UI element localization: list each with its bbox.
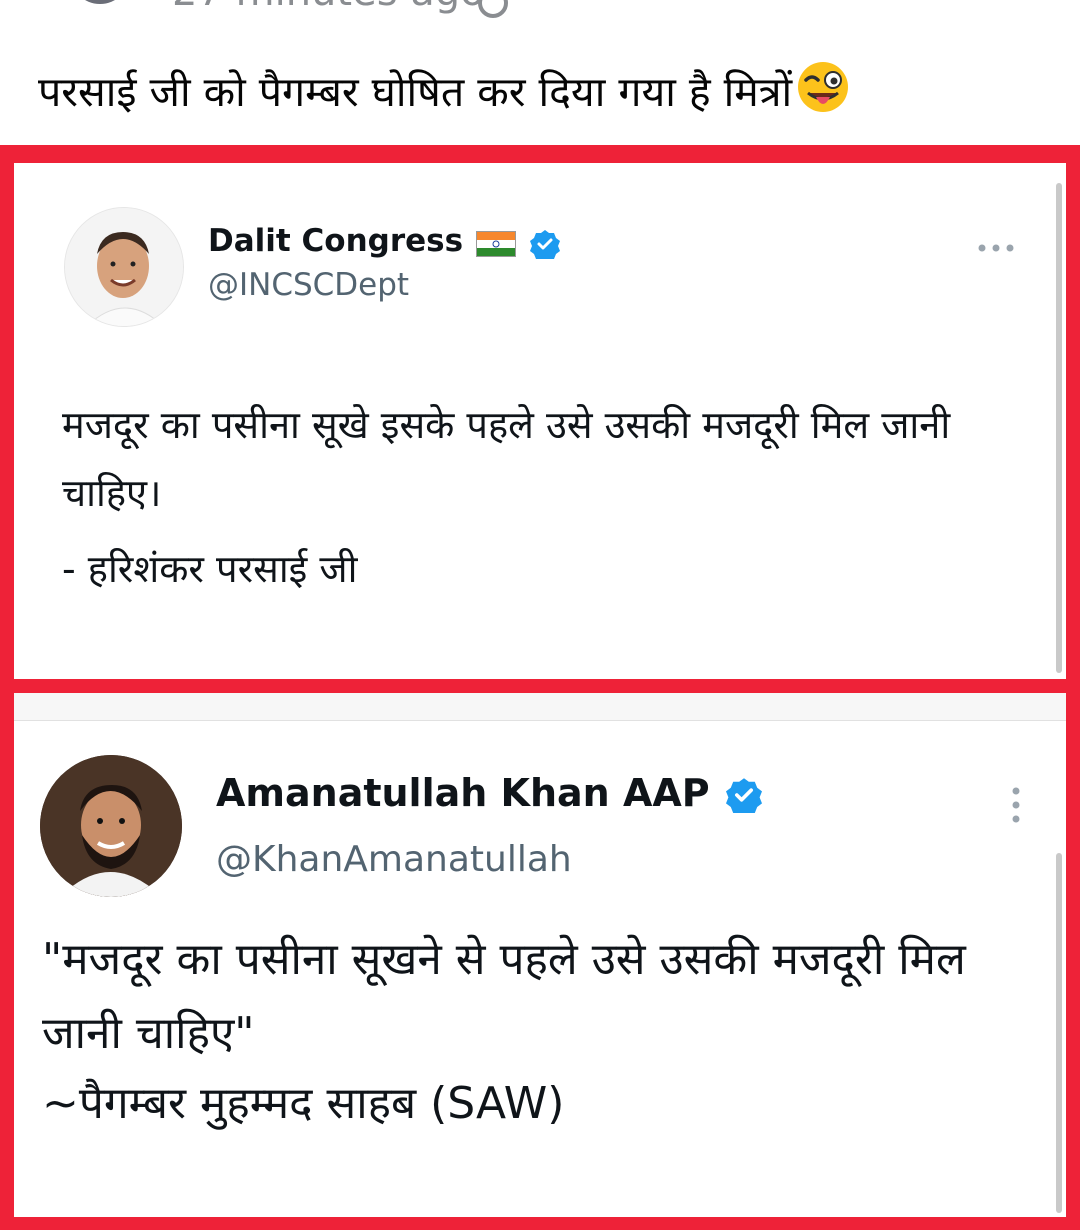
india-flag-icon xyxy=(476,231,516,257)
verified-icon xyxy=(726,777,762,817)
author-name[interactable]: Amanatullah Khan AAP xyxy=(216,771,710,815)
tweet-text: मजदूर का पसीना सूखे इसके पहले उसे उसकी म… xyxy=(62,403,951,515)
more-options-icon[interactable] xyxy=(1010,785,1022,825)
scrollbar xyxy=(1056,853,1062,1213)
more-options-icon[interactable] xyxy=(976,239,1016,252)
author-name[interactable]: Dalit Congress xyxy=(208,223,463,259)
tweet-card: Dalit Congress @INCSCDept मजदूर का पसीना… xyxy=(14,163,1066,679)
author-handle[interactable]: @INCSCDept xyxy=(208,267,409,303)
verified-icon xyxy=(530,229,560,262)
post-meta: 27 minutes ago xyxy=(0,0,1080,18)
post-timestamp[interactable]: 27 minutes ago xyxy=(172,0,485,14)
author-handle[interactable]: @KhanAmanatullah xyxy=(216,839,572,880)
tweet-attribution: - हरिशंकर परसाई जी xyxy=(62,547,358,591)
poster-avatar[interactable] xyxy=(70,0,130,4)
facebook-post: 27 minutes ago परसाई जी को पैगम्बर घोषित… xyxy=(0,0,1080,1230)
post-caption: परसाई जी को पैगम्बर घोषित कर दिया गया है… xyxy=(38,60,850,132)
globe-icon xyxy=(478,0,508,18)
tweet-card: Amanatullah Khan AAP @KhanAmanatullah "म… xyxy=(14,693,1066,1217)
tweet-text: "मजदूर का पसीना सूखने से पहले उसे उसकी म… xyxy=(42,934,966,1059)
card-divider xyxy=(14,693,1066,721)
shared-image[interactable]: Dalit Congress @INCSCDept मजदूर का पसीना… xyxy=(0,145,1080,1230)
avatar xyxy=(64,207,184,327)
scrollbar xyxy=(1056,183,1062,673)
winking-face-with-tongue-emoji xyxy=(796,60,850,132)
caption-text: परसाई जी को पैगम्बर घोषित कर दिया गया है… xyxy=(38,68,793,116)
tweet-attribution: ~पैगम्बर मुहम्मद साहब (SAW) xyxy=(42,1078,565,1129)
avatar xyxy=(40,755,182,897)
